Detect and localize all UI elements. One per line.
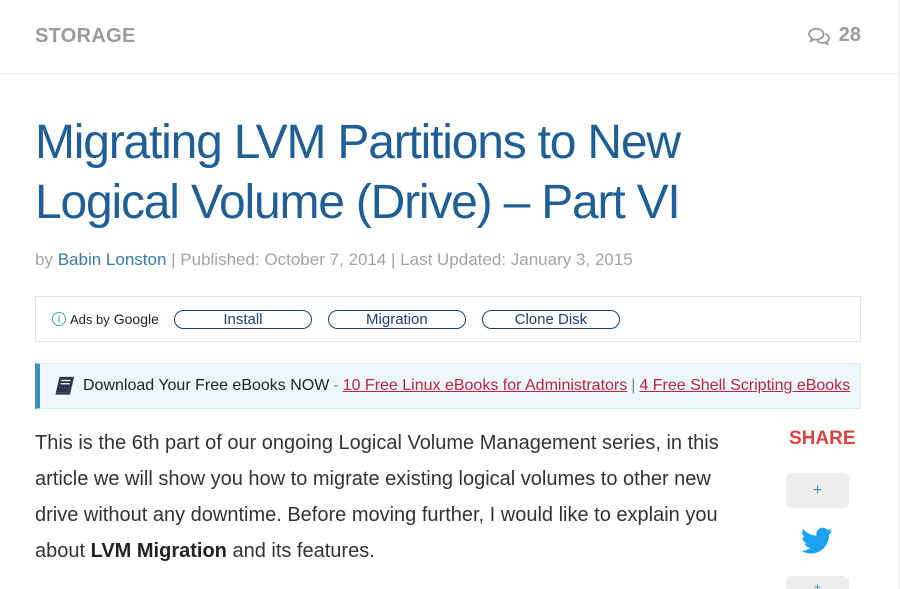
- author-link[interactable]: Babin Lonston: [58, 250, 167, 269]
- ads-label-text: Ads by: [70, 311, 110, 327]
- share-more-button[interactable]: +: [786, 473, 849, 508]
- intro-tail: and its features.: [226, 540, 375, 562]
- comment-count: 28: [838, 24, 861, 46]
- share-next-button[interactable]: +: [786, 576, 849, 589]
- twitter-icon[interactable]: [801, 527, 833, 555]
- article-intro: This is the 6th part of our ongoing Logi…: [35, 425, 735, 569]
- ad-pill-migration[interactable]: Migration: [327, 309, 466, 329]
- book-icon: [55, 376, 75, 395]
- comments-icon: [807, 27, 830, 46]
- google-label: Google: [113, 311, 159, 327]
- by-label: by: [35, 250, 53, 269]
- publish-dates: | Published: October 7, 2014 | Last Upda…: [171, 250, 633, 269]
- info-icon[interactable]: i: [52, 312, 66, 326]
- ebooks-banner: Download Your Free eBooks NOW - 10 Free …: [35, 363, 861, 409]
- share-label: SHARE: [789, 428, 856, 449]
- ebooks-text: Download Your Free eBooks NOW: [83, 377, 330, 394]
- ebooks-link-shell[interactable]: 4 Free Shell Scripting eBooks: [639, 377, 850, 395]
- ebooks-link-linux[interactable]: 10 Free Linux eBooks for Administrators: [343, 377, 628, 395]
- intro-bold: LVM Migration: [90, 540, 227, 562]
- ad-bar: i Ads by Google Install Migration Clone …: [35, 296, 861, 342]
- ebooks-separator: |: [631, 377, 636, 394]
- ads-by-google[interactable]: i Ads by Google: [52, 311, 159, 327]
- comments-link[interactable]: 28: [807, 24, 861, 47]
- top-bar: STORAGE 28: [0, 0, 900, 74]
- category-link[interactable]: STORAGE: [35, 25, 136, 48]
- ad-pill-install[interactable]: Install: [173, 309, 312, 329]
- article-meta: by Babin Lonston | Published: October 7,…: [35, 250, 633, 270]
- page-title: Migrating LVM Partitions to New Logical …: [35, 116, 681, 229]
- ad-pill-clone-disk[interactable]: Clone Disk: [481, 309, 620, 329]
- ebooks-dash: -: [333, 377, 339, 394]
